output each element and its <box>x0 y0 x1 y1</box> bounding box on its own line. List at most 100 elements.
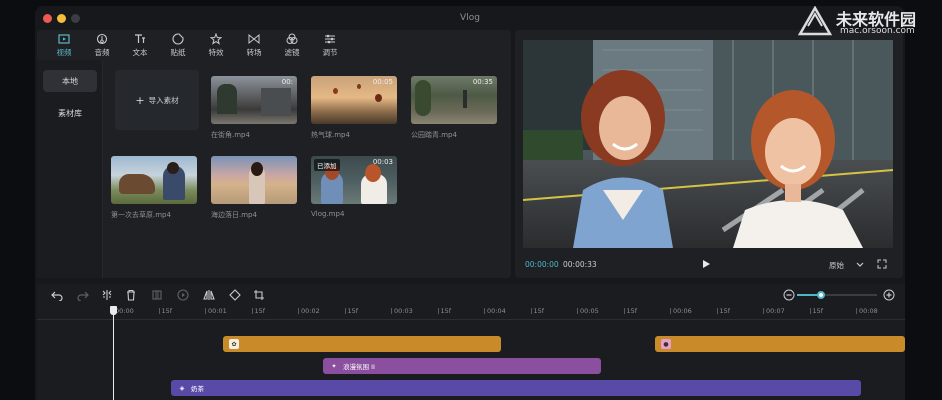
tab-text[interactable]: 文本 <box>121 30 159 60</box>
effects-tab-icon <box>210 32 222 45</box>
clip-thumbnail: 00: <box>211 76 297 124</box>
zoom-slider-handle[interactable] <box>817 291 825 299</box>
tab-filter[interactable]: 滤镜 <box>273 30 311 60</box>
video-preview[interactable] <box>523 40 893 248</box>
ratio-select[interactable]: 原始 <box>829 260 844 271</box>
titlebar: Vlog <box>35 6 905 30</box>
ruler-tick-label: 15f <box>623 307 638 315</box>
zoom-slider[interactable] <box>797 291 877 299</box>
added-badge: 已添加 <box>314 159 340 171</box>
clip-name: 公园踏青.mp4 <box>411 131 457 139</box>
ruler-tick-label: 15f <box>158 307 173 315</box>
watermark-logo-icon <box>798 6 832 36</box>
preview-controls: 00:00:00 00:00:33 原始 <box>515 254 903 278</box>
maximize-window-button[interactable] <box>71 14 80 23</box>
preview-frame <box>523 40 893 248</box>
watermark: 未来软件园 mac.orsoon.com <box>796 4 936 38</box>
sticker-clip-icon: ✿ <box>229 339 239 349</box>
filter-tab-icon <box>286 33 298 44</box>
effect-sparkle-icon: ✦ <box>331 362 337 370</box>
watermark-url: mac.orsoon.com <box>840 26 915 36</box>
tab-adjust[interactable]: 调节 <box>311 30 349 60</box>
ruler-tick-label: 00:07 <box>763 307 785 315</box>
media-clip[interactable]: 00:35 公园踏青.mp4 <box>411 76 497 140</box>
clip-duration: 00:05 <box>372 78 393 86</box>
clip-name: 海边落日.mp4 <box>211 211 257 219</box>
app-window: Vlog 视频 音频 文本 贴纸 特效 转场 滤镜 调节 本地 素材库 + 导入… <box>35 6 905 400</box>
chevron-down-icon[interactable] <box>855 259 865 269</box>
time-ruler[interactable]: 00:00 15f 00:01 15f 00:02 15f 00:03 15f 00:04 15f… <box>37 306 905 320</box>
audio-tab-icon <box>96 33 108 44</box>
tab-transition[interactable]: 转场 <box>235 30 273 60</box>
ruler-tick-label: 15f <box>251 307 266 315</box>
freeze-frame-icon[interactable] <box>151 289 163 301</box>
timeline-toolbar <box>37 284 905 306</box>
tab-label: 滤镜 <box>284 47 300 57</box>
clip-thumbnail <box>111 156 197 204</box>
video-tab-icon <box>58 33 70 44</box>
adjust-tab-icon <box>325 34 335 43</box>
media-clip[interactable]: 00:05 热气球.mp4 <box>311 76 397 140</box>
tab-label: 文本 <box>132 47 148 57</box>
track-label: 奶茶 <box>191 385 204 393</box>
media-tabs: 视频 音频 文本 贴纸 特效 转场 滤镜 调节 <box>37 30 511 60</box>
current-timecode: 00:00:00 <box>525 260 559 269</box>
mirror-icon[interactable] <box>203 289 215 301</box>
media-clip[interactable]: 00: 在街角.mp4 <box>211 76 297 140</box>
text-tab-icon <box>135 33 145 43</box>
transition-tab-icon <box>248 33 260 44</box>
sidebar-item-library[interactable]: 素材库 <box>43 102 97 124</box>
tab-effects[interactable]: 特效 <box>197 30 235 60</box>
undo-icon[interactable] <box>51 289 63 301</box>
ruler-tick-label: 15f <box>716 307 731 315</box>
close-window-button[interactable] <box>43 14 52 23</box>
redo-icon[interactable] <box>77 289 89 301</box>
tab-label: 贴纸 <box>170 47 186 57</box>
zoom-in-icon[interactable] <box>883 289 895 301</box>
clip-thumbnail: 00:05 <box>311 76 397 124</box>
media-clip[interactable]: 已添加 00:03 Vlog.mp4 <box>311 156 397 218</box>
minimize-window-button[interactable] <box>57 14 66 23</box>
track-label: 浪漫氛围 II <box>343 363 375 371</box>
tab-label: 调节 <box>322 47 338 57</box>
tab-audio[interactable]: 音频 <box>83 30 121 60</box>
ruler-tick-label: 15f <box>344 307 359 315</box>
tab-label: 音频 <box>94 47 110 57</box>
fullscreen-icon[interactable] <box>877 259 887 269</box>
clip-name: 第一次去草原.mp4 <box>111 211 171 219</box>
playhead[interactable] <box>113 306 114 400</box>
clip-duration: 00:03 <box>372 158 393 166</box>
tab-sticker[interactable]: 贴纸 <box>159 30 197 60</box>
sidebar-item-local[interactable]: 本地 <box>43 70 97 92</box>
reverse-play-icon[interactable] <box>177 289 189 301</box>
rotate-icon[interactable] <box>229 289 241 301</box>
clip-duration: 00: <box>281 78 293 86</box>
split-icon[interactable] <box>101 289 113 301</box>
zoom-out-icon[interactable] <box>783 289 795 301</box>
crop-icon[interactable] <box>253 289 265 301</box>
timeline-track-clip[interactable]: ✿ <box>223 336 501 352</box>
window-title: Vlog <box>460 13 480 23</box>
delete-icon[interactable] <box>125 289 137 301</box>
clip-name: 在街角.mp4 <box>211 131 250 139</box>
import-label: 导入素材 <box>148 95 179 105</box>
timeline-track-clip[interactable]: ● <box>655 336 905 352</box>
ruler-tick-label: 00:03 <box>391 307 413 315</box>
clip-thumbnail <box>211 156 297 204</box>
media-clip[interactable]: 海边落日.mp4 <box>211 156 297 220</box>
timeline-filter-clip[interactable]: ◈ 奶茶 <box>171 380 861 396</box>
sticker-clip-icon: ● <box>661 339 671 349</box>
total-timecode: 00:00:33 <box>563 260 597 269</box>
clip-thumbnail: 已添加 00:03 <box>311 156 397 204</box>
ruler-tick-label: 00:04 <box>484 307 506 315</box>
tab-video[interactable]: 视频 <box>45 30 83 60</box>
timeline-effect-clip[interactable]: ✦ 浪漫氛围 II <box>323 358 601 374</box>
clip-thumbnail: 00:35 <box>411 76 497 124</box>
import-media-button[interactable]: + 导入素材 <box>115 70 199 130</box>
ruler-tick-label: 00:00 <box>112 307 134 315</box>
media-clip[interactable]: 第一次去草原.mp4 <box>111 156 197 220</box>
ruler-tick-label: 00:02 <box>298 307 320 315</box>
sticker-tab-icon <box>172 32 184 45</box>
play-icon[interactable] <box>701 259 711 269</box>
clip-name: 热气球.mp4 <box>311 131 350 139</box>
